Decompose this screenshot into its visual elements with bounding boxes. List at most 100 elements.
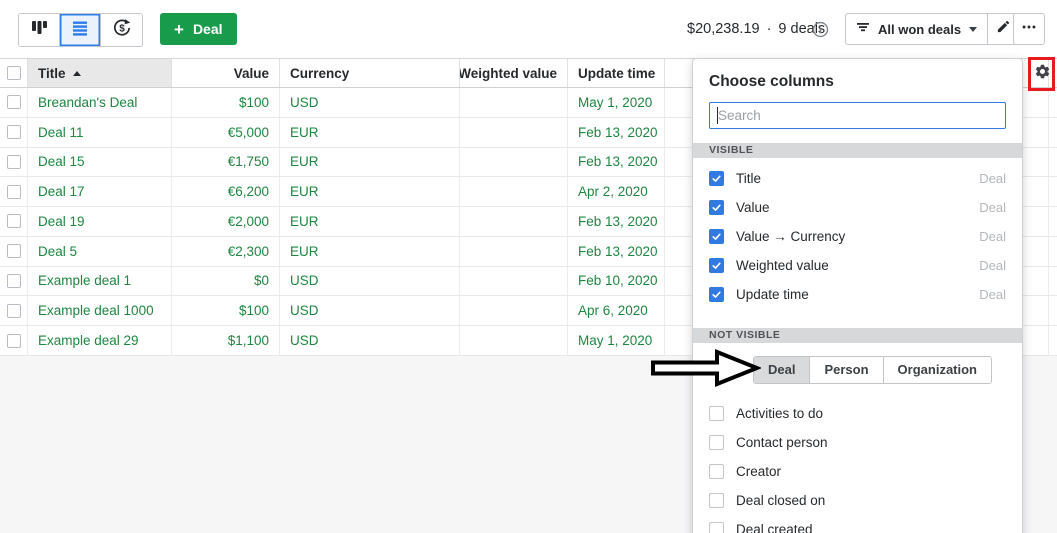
column-header-value-label: Value (233, 65, 269, 81)
row-checkbox[interactable] (6, 95, 21, 110)
forecast-icon: $ (112, 18, 132, 43)
hidden-column-item[interactable]: Creator (693, 457, 1022, 486)
deal-title-link[interactable]: Breandan's Deal (38, 95, 137, 110)
checkbox-checked[interactable] (709, 171, 724, 186)
filter-dropdown-button[interactable]: All won deals (846, 14, 987, 44)
checkbox-unchecked[interactable] (709, 435, 724, 450)
filter-icon (856, 20, 870, 39)
chevron-down-icon (969, 26, 978, 32)
row-checkbox[interactable] (6, 303, 21, 318)
tab-organization[interactable]: Organization (882, 357, 991, 383)
deal-value: €1,750 (172, 147, 280, 177)
row-checkbox-cell (0, 207, 28, 236)
deal-title-link[interactable]: Deal 17 (38, 184, 85, 199)
visible-column-item[interactable]: Value → Currency Deal (693, 222, 1022, 251)
visible-column-item[interactable]: Value Deal (693, 193, 1022, 222)
pipeline-view-button[interactable] (19, 14, 60, 46)
section-label-not-visible: NOT VISIBLE (693, 328, 1022, 343)
column-label: Activities to do (736, 406, 824, 421)
checkmark-icon (712, 175, 721, 182)
deals-list-screen: $ + Deal $20,238.19 · 9 deals All won de… (0, 0, 1057, 533)
filter-button-group: All won deals (845, 13, 1020, 45)
checkbox-unchecked[interactable] (709, 493, 724, 508)
column-header-update-time[interactable]: Update time (568, 59, 665, 87)
deal-value: $1,100 (172, 326, 280, 355)
checkmark-icon (712, 233, 721, 240)
deal-title-link[interactable]: Deal 11 (38, 125, 84, 140)
add-deal-button[interactable]: + Deal (160, 13, 237, 45)
column-scope-label: Deal (979, 200, 1006, 215)
visible-column-item[interactable]: Weighted value Deal (693, 251, 1022, 280)
column-scope-label: Deal (979, 287, 1006, 302)
info-icon[interactable] (811, 20, 829, 38)
add-deal-label: Deal (192, 21, 223, 37)
row-checkbox[interactable] (6, 125, 21, 140)
column-header-value[interactable]: Value (172, 59, 280, 87)
checkbox-checked[interactable] (709, 229, 724, 244)
select-all-cell (0, 59, 28, 87)
empty-cell (1049, 326, 1057, 355)
column-header-weighted-value[interactable]: Weighted value (460, 59, 568, 87)
checkbox-unchecked[interactable] (709, 464, 724, 479)
summary-separator: · (766, 21, 772, 37)
deals-summary: $20,238.19 · 9 deals (687, 0, 825, 58)
checkbox-checked[interactable] (709, 287, 724, 302)
deal-update-time: Feb 10, 2020 (568, 266, 665, 296)
deal-update-time: Feb 13, 2020 (568, 207, 665, 236)
deal-title-link[interactable]: Example deal 29 (38, 333, 139, 348)
deal-currency: EUR (280, 117, 460, 147)
deal-weighted-value (460, 207, 568, 236)
deal-title-cell: Example deal 1000 (28, 296, 172, 326)
hidden-column-item[interactable]: Contact person (693, 428, 1022, 457)
row-checkbox[interactable] (6, 214, 21, 229)
deal-title-link[interactable]: Example deal 1 (38, 273, 131, 288)
hidden-columns-list: Activities to do Contact person Creator … (693, 393, 1022, 533)
checkbox-unchecked[interactable] (709, 522, 724, 533)
row-checkbox[interactable] (6, 154, 21, 169)
deal-title-link[interactable]: Deal 5 (38, 244, 77, 259)
checkbox-checked[interactable] (709, 200, 724, 215)
deal-title-link[interactable]: Deal 19 (38, 214, 85, 229)
deal-currency: EUR (280, 177, 460, 207)
filter-label: All won deals (878, 21, 962, 37)
hidden-column-item[interactable]: Deal closed on (693, 486, 1022, 515)
row-checkbox[interactable] (6, 244, 21, 259)
more-button[interactable] (1013, 13, 1045, 45)
row-checkbox-cell (0, 236, 28, 266)
deal-value: €2,300 (172, 236, 280, 266)
row-checkbox[interactable] (6, 333, 21, 348)
column-settings-gear-button[interactable] (1030, 62, 1054, 86)
checkbox-checked[interactable] (709, 258, 724, 273)
gear-icon (1034, 63, 1051, 85)
column-search-input[interactable] (709, 102, 1006, 129)
forecast-view-button[interactable]: $ (101, 14, 142, 46)
tab-person[interactable]: Person (809, 357, 883, 383)
deal-value: $100 (172, 88, 280, 117)
deal-update-time: Feb 13, 2020 (568, 236, 665, 266)
deal-title-cell: Deal 5 (28, 236, 172, 266)
checkbox-unchecked[interactable] (709, 406, 724, 421)
deal-weighted-value (460, 296, 568, 326)
list-view-button[interactable] (60, 14, 101, 46)
row-checkbox[interactable] (6, 273, 21, 288)
select-all-checkbox[interactable] (6, 66, 21, 80)
deal-weighted-value (460, 177, 568, 207)
column-header-title[interactable]: Title (28, 59, 172, 87)
visible-column-item[interactable]: Title Deal (693, 164, 1022, 193)
visible-column-item[interactable]: Update time Deal (693, 280, 1022, 309)
choose-columns-panel: Choose columns VISIBLE Title Deal Value … (692, 58, 1023, 533)
hidden-column-item[interactable]: Deal created (693, 515, 1022, 533)
list-icon (71, 19, 89, 42)
tab-deal[interactable]: Deal (754, 357, 810, 383)
column-header-currency[interactable]: Currency (280, 59, 460, 87)
entity-tabs: Deal Person Organization (753, 356, 992, 384)
hidden-column-item[interactable]: Activities to do (693, 399, 1022, 428)
row-checkbox-cell (0, 326, 28, 355)
deal-weighted-value (460, 147, 568, 177)
checkmark-icon (712, 204, 721, 211)
deal-title-link[interactable]: Deal 15 (38, 154, 85, 169)
deal-currency: USD (280, 88, 460, 117)
deal-title-cell: Deal 15 (28, 147, 172, 177)
row-checkbox[interactable] (6, 184, 21, 199)
deal-title-link[interactable]: Example deal 1000 (38, 303, 154, 318)
